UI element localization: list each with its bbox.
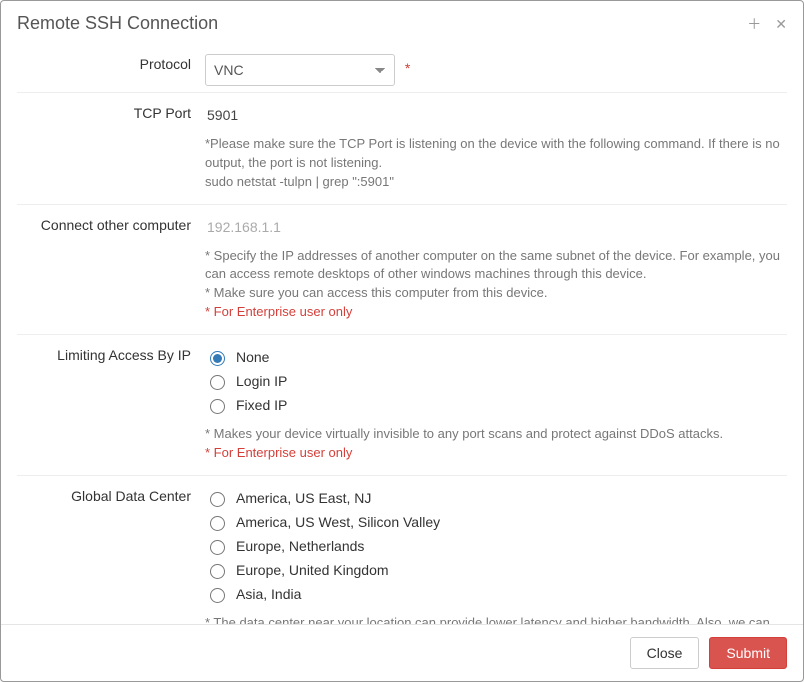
- datacenter-option-us-west[interactable]: America, US West, Silicon Valley: [205, 510, 787, 534]
- limit-ip-option-fixed[interactable]: Fixed IP: [205, 393, 787, 417]
- limit-ip-label: Limiting Access By IP: [17, 341, 205, 363]
- limit-ip-help-line1: * Makes your device virtually invisible …: [205, 425, 787, 444]
- datacenter-option-us-east[interactable]: America, US East, NJ: [205, 486, 787, 510]
- modal-footer: Close Submit: [1, 624, 803, 681]
- datacenter-radio-us-west[interactable]: [210, 516, 225, 531]
- datacenter-option-eu-uk-label: Europe, United Kingdom: [236, 562, 389, 578]
- datacenter-help: * The data center near your location can…: [205, 612, 787, 624]
- datacenter-option-eu-nl[interactable]: Europe, Netherlands: [205, 534, 787, 558]
- required-asterisk: *: [405, 54, 410, 76]
- datacenter-help-pre: * The data center near your location can…: [205, 615, 770, 624]
- connect-other-help-enterprise: * For Enterprise user only: [205, 303, 787, 322]
- close-icon[interactable]: ✕: [775, 17, 787, 31]
- datacenter-label: Global Data Center: [17, 482, 205, 504]
- limit-ip-option-fixed-label: Fixed IP: [236, 397, 287, 413]
- tcp-port-input[interactable]: [205, 103, 725, 127]
- limit-ip-radio-none[interactable]: [210, 351, 225, 366]
- limit-ip-radio-fixed[interactable]: [210, 399, 225, 414]
- limit-ip-help: * Makes your device virtually invisible …: [205, 423, 787, 469]
- modal-header: Remote SSH Connection ＋ ✕: [1, 1, 803, 44]
- connect-other-help: * Specify the IP addresses of another co…: [205, 245, 787, 328]
- connect-other-label: Connect other computer: [17, 211, 205, 233]
- datacenter-option-us-east-label: America, US East, NJ: [236, 490, 371, 506]
- limit-ip-radio-login[interactable]: [210, 375, 225, 390]
- datacenter-help-line1: * The data center near your location can…: [205, 614, 787, 624]
- datacenter-radio-asia-in[interactable]: [210, 588, 225, 603]
- limit-ip-option-login[interactable]: Login IP: [205, 369, 787, 393]
- tcp-port-label: TCP Port: [17, 99, 205, 121]
- limit-ip-option-login-label: Login IP: [236, 373, 287, 389]
- datacenter-option-asia-in[interactable]: Asia, India: [205, 582, 787, 606]
- remote-ssh-modal: Remote SSH Connection ＋ ✕ Protocol VNC *…: [0, 0, 804, 682]
- tcp-port-help-line1: *Please make sure the TCP Port is listen…: [205, 135, 787, 173]
- datacenter-option-us-west-label: America, US West, Silicon Valley: [236, 514, 440, 530]
- add-icon[interactable]: ＋: [747, 17, 761, 31]
- tcp-port-help: *Please make sure the TCP Port is listen…: [205, 133, 787, 198]
- datacenter-option-eu-uk[interactable]: Europe, United Kingdom: [205, 558, 787, 582]
- protocol-select[interactable]: VNC: [205, 54, 395, 86]
- datacenter-radio-eu-nl[interactable]: [210, 540, 225, 555]
- limit-ip-option-none[interactable]: None: [205, 345, 787, 369]
- limit-ip-option-none-label: None: [236, 349, 269, 365]
- datacenter-radio-us-east[interactable]: [210, 492, 225, 507]
- datacenter-option-asia-in-label: Asia, India: [236, 586, 301, 602]
- datacenter-radio-eu-uk[interactable]: [210, 564, 225, 579]
- protocol-label: Protocol: [17, 50, 205, 72]
- header-controls: ＋ ✕: [747, 17, 787, 31]
- close-button[interactable]: Close: [630, 637, 700, 669]
- tcp-port-help-line2: sudo netstat -tulpn | grep ":5901": [205, 173, 787, 192]
- modal-body: Protocol VNC * TCP Port *Please make sur…: [1, 44, 803, 624]
- modal-title: Remote SSH Connection: [17, 13, 218, 34]
- connect-other-help-line2: * Make sure you can access this computer…: [205, 284, 787, 303]
- submit-button[interactable]: Submit: [709, 637, 787, 669]
- connect-other-help-line1: * Specify the IP addresses of another co…: [205, 247, 787, 285]
- limit-ip-help-enterprise: * For Enterprise user only: [205, 444, 787, 463]
- connect-other-input[interactable]: [205, 215, 725, 239]
- datacenter-option-eu-nl-label: Europe, Netherlands: [236, 538, 364, 554]
